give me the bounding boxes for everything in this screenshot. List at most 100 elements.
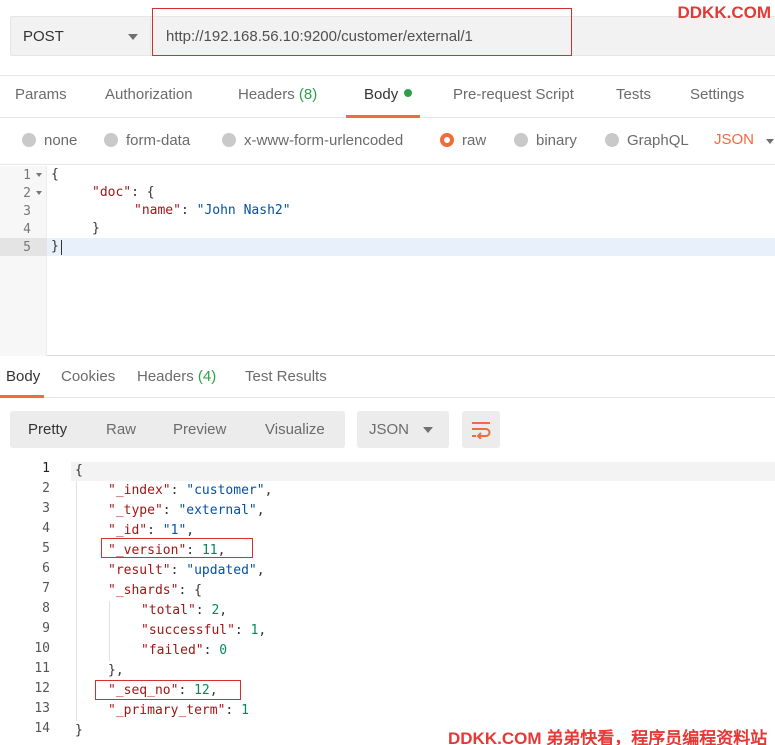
code-token: { — [75, 463, 83, 478]
request-bar: POST http://192.168.56.10:9200/customer/… — [0, 0, 775, 76]
line-number-text: 2 — [23, 186, 31, 201]
response-language-select[interactable]: JSON — [357, 411, 449, 448]
code-token: : — [170, 563, 187, 578]
tab-params[interactable]: Params — [15, 86, 67, 103]
active-line — [71, 462, 775, 481]
code-token: "successful" — [141, 623, 235, 638]
code-line: }, — [108, 661, 124, 680]
seq-no-highlight-box — [95, 680, 241, 700]
headers-count: (8) — [298, 86, 318, 103]
code-line: { — [51, 166, 59, 184]
view-pretty-button[interactable]: Pretty — [28, 421, 67, 438]
radio-label: none — [44, 132, 78, 149]
active-tab-indicator — [0, 395, 44, 398]
radio-x-www-form-urlencoded[interactable]: x-www-form-urlencoded — [222, 132, 403, 149]
radio-raw[interactable]: raw — [440, 132, 486, 149]
radio-label: form-data — [126, 132, 191, 149]
wrap-lines-button[interactable] — [462, 411, 500, 448]
code-token: , — [186, 523, 195, 538]
radio-selected-icon — [440, 133, 454, 147]
line-number: 13 — [34, 701, 50, 716]
code-token: } — [92, 221, 100, 236]
tab-authorization[interactable]: Authorization — [105, 86, 193, 103]
line-number: 4 — [0, 221, 47, 239]
method-select[interactable]: POST — [10, 16, 151, 56]
tab-cookies[interactable]: Cookies — [61, 368, 115, 385]
code-token: } — [51, 239, 59, 254]
response-language-label: JSON — [369, 421, 410, 438]
line-number: 12 — [34, 681, 50, 696]
tab-label: Headers — [238, 86, 295, 103]
radio-label: binary — [536, 132, 577, 149]
code-token: "1" — [162, 523, 187, 538]
radio-graphql[interactable]: GraphQL — [605, 132, 689, 149]
code-token: { — [51, 167, 59, 182]
code-token: "_shards" — [108, 583, 179, 598]
line-number: 10 — [34, 641, 50, 656]
line-number-text: 1 — [23, 168, 31, 183]
view-raw-button[interactable]: Raw — [106, 421, 136, 438]
radio-form-data[interactable]: form-data — [104, 132, 190, 149]
code-token: "doc" — [92, 185, 132, 200]
code-line: "_shards": { — [108, 581, 202, 600]
code-token: "total" — [141, 603, 196, 618]
headers-count: (4) — [197, 368, 217, 385]
tab-response-headers[interactable]: Headers (4) — [137, 368, 216, 385]
chevron-down-icon — [128, 34, 138, 40]
code-token: "customer" — [186, 483, 265, 498]
url-highlight-box — [152, 8, 572, 56]
tab-body[interactable]: Body — [364, 86, 413, 103]
tab-label: Pre-request Script — [453, 86, 574, 103]
tab-tests[interactable]: Tests — [616, 86, 651, 103]
line-number: 5 — [42, 541, 50, 556]
line-number-text: 5 — [23, 240, 31, 255]
tab-settings[interactable]: Settings — [690, 86, 744, 103]
view-preview-button[interactable]: Preview — [173, 421, 226, 438]
indent-guide — [76, 481, 77, 721]
code-line: "failed": 0 — [141, 641, 227, 660]
body-language-select[interactable]: JSON — [714, 131, 754, 148]
tab-response-body[interactable]: Body — [6, 368, 40, 385]
radio-label: raw — [462, 132, 487, 149]
indent-guide — [109, 601, 110, 661]
chevron-down-icon[interactable] — [766, 139, 774, 144]
fold-arrow-icon[interactable] — [36, 191, 42, 195]
tab-headers[interactable]: Headers (8) — [238, 86, 317, 103]
radio-none[interactable]: none — [22, 132, 77, 149]
code-token: 1 — [241, 703, 249, 718]
code-token: "_type" — [108, 503, 163, 518]
line-number: 3 — [0, 203, 47, 221]
line-number: 4 — [42, 521, 50, 536]
tab-test-results[interactable]: Test Results — [245, 368, 327, 385]
code-token: , — [258, 623, 267, 638]
request-tabs: Params Authorization Headers (8) Body Pr… — [0, 76, 775, 118]
tab-label: Authorization — [105, 86, 193, 103]
code-token: 0 — [219, 643, 228, 658]
view-mode-group: Pretty Raw Preview Visualize — [10, 411, 345, 448]
tab-label: Tests — [616, 86, 652, 103]
line-number-text: 3 — [23, 204, 31, 219]
code-token: , — [256, 563, 265, 578]
request-body-editor[interactable]: 1 2 3 4 5 { "doc": { "name": "John Nash2… — [0, 166, 775, 356]
tab-label: Headers — [137, 368, 194, 385]
code-token: "result" — [108, 563, 171, 578]
code-token: "external" — [178, 503, 257, 518]
code-line: } — [51, 238, 59, 256]
version-highlight-box — [101, 538, 253, 558]
line-number: 2 — [42, 481, 50, 496]
active-line — [47, 238, 775, 256]
line-number-text: 4 — [23, 222, 31, 237]
radio-binary[interactable]: binary — [514, 132, 577, 149]
tab-pre-request-script[interactable]: Pre-request Script — [453, 86, 574, 103]
code-token: "updated" — [186, 563, 257, 578]
line-number: 9 — [42, 621, 50, 636]
code-token: "John Nash2" — [196, 203, 291, 218]
code-token: } — [75, 723, 83, 738]
tab-label: Settings — [690, 86, 745, 103]
code-line: "result": "updated", — [108, 561, 265, 580]
fold-arrow-icon[interactable] — [36, 173, 42, 177]
view-visualize-button[interactable]: Visualize — [265, 421, 325, 438]
code-token: , — [219, 603, 228, 618]
modified-dot-icon — [404, 89, 413, 97]
line-number: 1 — [42, 461, 50, 476]
